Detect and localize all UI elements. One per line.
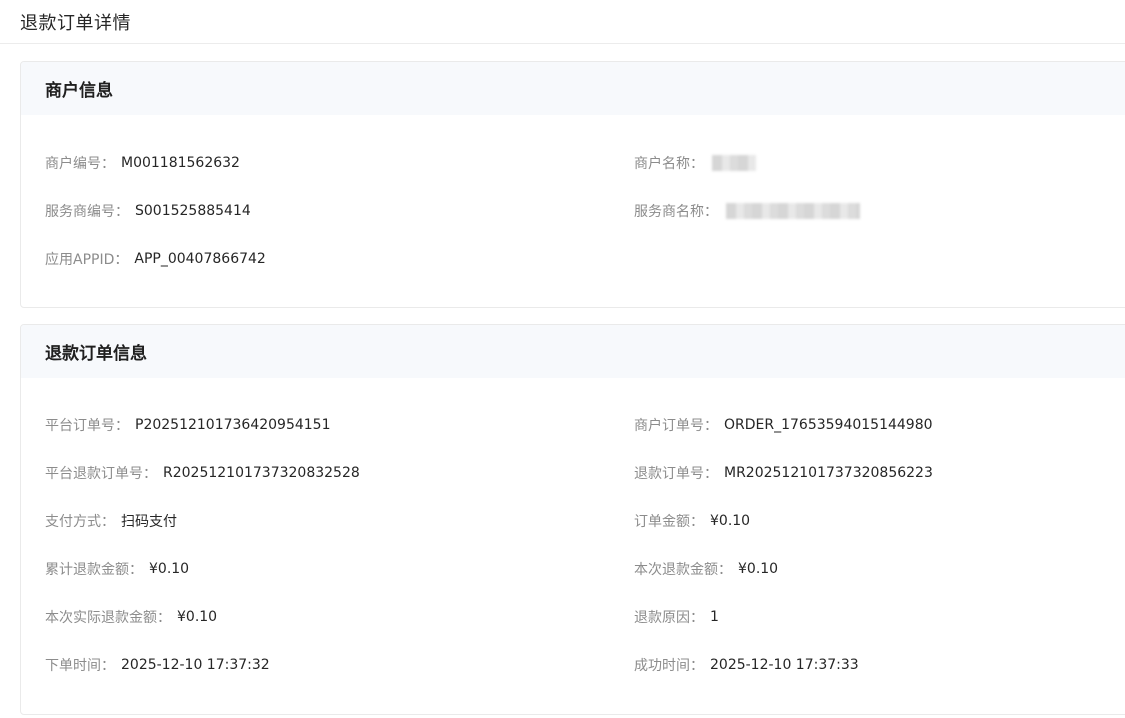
service-provider-no-label: 服务商编号： [45, 204, 129, 220]
service-provider-name-field: 服务商名称： [634, 200, 860, 222]
info-row: 平台订单号： P202512101736420954151 商户订单号： ORD… [45, 414, 1125, 436]
this-refund-value: ¥0.10 [738, 561, 779, 577]
pay-method-field: 支付方式： 扫码支付 [45, 510, 177, 532]
info-row: 平台退款订单号： R202512101737320832528 退款订单号： M… [45, 462, 1125, 484]
service-provider-name-label: 服务商名称： [634, 204, 718, 220]
refund-order-info-header: 退款订单信息 [21, 325, 1125, 378]
total-refund-label: 累计退款金额： [45, 562, 143, 578]
service-provider-no-field: 服务商编号： S001525885414 [45, 200, 251, 222]
this-refund-label: 本次退款金额： [634, 562, 732, 578]
info-row: 累计退款金额： ¥0.10 本次退款金额： ¥0.10 [45, 558, 1125, 580]
service-provider-name-redacted [726, 203, 860, 219]
merchant-order-no-label: 商户订单号： [634, 418, 718, 434]
refund-order-no-value: MR202512101737320856223 [724, 465, 933, 481]
app-id-label: 应用APPID： [45, 252, 129, 268]
order-time-value: 2025-12-10 17:37:32 [121, 657, 270, 673]
order-amount-field: 订单金额： ¥0.10 [634, 510, 750, 532]
merchant-name-redacted [712, 155, 756, 171]
info-row: 应用APPID： APP_00407866742 [45, 248, 1125, 270]
refund-order-no-field: 退款订单号： MR202512101737320856223 [634, 462, 933, 484]
actual-refund-label: 本次实际退款金额： [45, 610, 171, 626]
platform-refund-no-value: R202512101737320832528 [163, 465, 360, 481]
success-time-field: 成功时间： 2025-12-10 17:37:33 [634, 654, 859, 676]
info-row: 商户编号： M001181562632 商户名称： [45, 152, 1125, 174]
info-row: 支付方式： 扫码支付 订单金额： ¥0.10 [45, 510, 1125, 532]
platform-order-no-value: P202512101736420954151 [135, 417, 331, 433]
app-id-field: 应用APPID： APP_00407866742 [45, 248, 266, 270]
pay-method-label: 支付方式： [45, 514, 115, 530]
merchant-no-field: 商户编号： M001181562632 [45, 152, 240, 174]
merchant-info-title: 商户信息 [45, 81, 113, 101]
actual-refund-field: 本次实际退款金额： ¥0.10 [45, 606, 217, 628]
refund-reason-value: 1 [710, 609, 719, 625]
refund-order-info-card: 退款订单信息 平台订单号： P202512101736420954151 商户订… [20, 324, 1125, 715]
refund-order-no-label: 退款订单号： [634, 466, 718, 482]
merchant-name-label: 商户名称： [634, 156, 704, 172]
merchant-no-label: 商户编号： [45, 156, 115, 172]
merchant-order-no-field: 商户订单号： ORDER_17653594015144980 [634, 414, 933, 436]
info-row: 下单时间： 2025-12-10 17:37:32 成功时间： 2025-12-… [45, 654, 1125, 676]
platform-order-no-field: 平台订单号： P202512101736420954151 [45, 414, 331, 436]
platform-refund-no-label: 平台退款订单号： [45, 466, 157, 482]
total-refund-field: 累计退款金额： ¥0.10 [45, 558, 189, 580]
order-amount-label: 订单金额： [634, 514, 704, 530]
platform-refund-no-field: 平台退款订单号： R202512101737320832528 [45, 462, 360, 484]
merchant-info-card: 商户信息 商户编号： M001181562632 商户名称： 服务商编号： S0… [20, 61, 1125, 308]
merchant-name-field: 商户名称： [634, 152, 756, 174]
info-row: 本次实际退款金额： ¥0.10 退款原因： 1 [45, 606, 1125, 628]
platform-order-no-label: 平台订单号： [45, 418, 129, 434]
total-refund-value: ¥0.10 [149, 561, 190, 577]
pay-method-value: 扫码支付 [121, 514, 177, 530]
order-time-field: 下单时间： 2025-12-10 17:37:32 [45, 654, 270, 676]
success-time-value: 2025-12-10 17:37:33 [710, 657, 859, 673]
merchant-info-header: 商户信息 [21, 62, 1125, 115]
merchant-order-no-value: ORDER_17653594015144980 [724, 417, 933, 433]
service-provider-no-value: S001525885414 [135, 203, 251, 219]
page-title: 退款订单详情 [20, 12, 131, 34]
order-amount-value: ¥0.10 [710, 513, 751, 529]
refund-reason-field: 退款原因： 1 [634, 606, 719, 628]
this-refund-field: 本次退款金额： ¥0.10 [634, 558, 778, 580]
success-time-label: 成功时间： [634, 658, 704, 674]
refund-order-info-title: 退款订单信息 [45, 344, 147, 364]
app-id-value: APP_00407866742 [134, 251, 266, 267]
actual-refund-value: ¥0.10 [177, 609, 218, 625]
merchant-no-value: M001181562632 [121, 155, 240, 171]
order-time-label: 下单时间： [45, 658, 115, 674]
page-header: 退款订单详情 [0, 0, 1125, 44]
refund-reason-label: 退款原因： [634, 610, 704, 626]
info-row: 服务商编号： S001525885414 服务商名称： [45, 200, 1125, 222]
